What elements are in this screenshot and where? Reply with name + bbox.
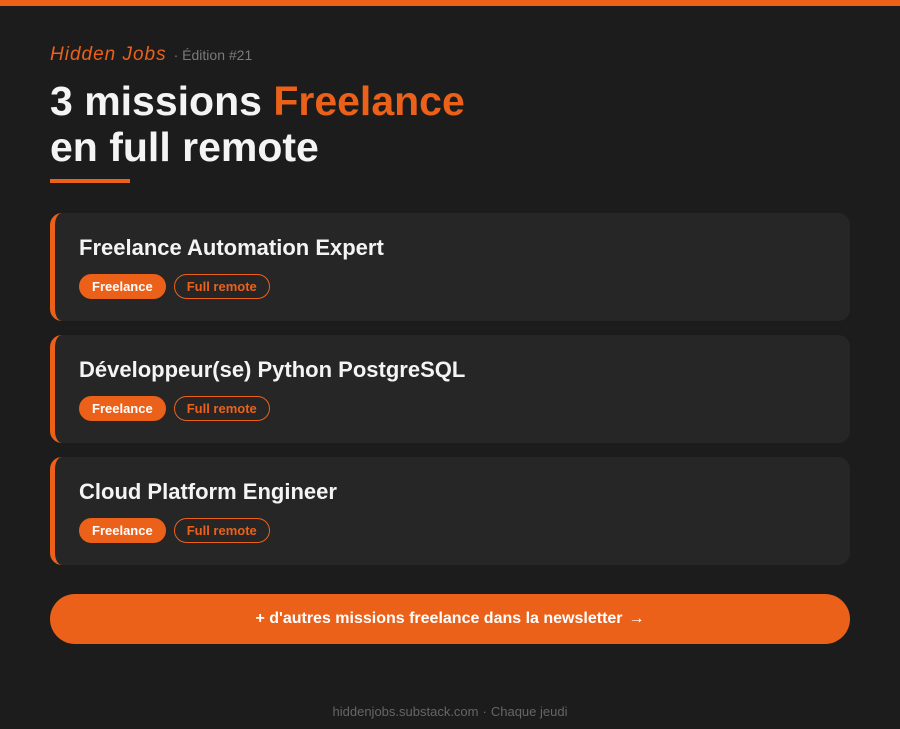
cta-label: + d'autres missions freelance dans la ne…	[255, 610, 623, 627]
tag-full-remote: Full remote	[173, 396, 270, 421]
tag-full-remote: Full remote	[173, 518, 270, 543]
main-content: Hidden Jobs · Édition #21 3 missions Fre…	[50, 44, 850, 579]
mission-list: Freelance Automation Expert Freelance Fu…	[50, 213, 850, 565]
edition-label: · Édition #21	[173, 47, 253, 63]
mission-tags: Freelance Full remote	[79, 274, 850, 299]
headline-accent: Freelance	[273, 78, 465, 124]
title-underline	[50, 179, 130, 183]
brand-line: Hidden Jobs · Édition #21	[50, 44, 850, 68]
mission-tags: Freelance Full remote	[79, 518, 850, 543]
tag-full-remote: Full remote	[173, 274, 270, 299]
footer-schedule: Chaque jeudi	[490, 704, 568, 719]
tag-freelance: Freelance	[79, 396, 166, 421]
mission-title: Développeur(se) Python PostgreSQL	[79, 357, 466, 382]
mission-tags: Freelance Full remote	[79, 396, 850, 421]
footer-site: hiddenjobs.substack.com	[332, 704, 479, 719]
mission-card[interactable]: Développeur(se) Python PostgreSQL Freela…	[50, 335, 850, 443]
footer-separator: ·	[482, 704, 487, 719]
top-accent-bar	[0, 0, 900, 6]
mission-card[interactable]: Freelance Automation Expert Freelance Fu…	[50, 213, 850, 321]
footer: hiddenjobs.substack.com · Chaque jeudi	[0, 704, 900, 719]
headline-line2: en full remote	[50, 124, 319, 170]
brand-name: Hidden Jobs	[50, 44, 167, 65]
tag-freelance: Freelance	[79, 274, 166, 299]
mission-title: Cloud Platform Engineer	[79, 479, 337, 504]
mission-title: Freelance Automation Expert	[79, 235, 384, 260]
page-title: 3 missions Freelance en full remote	[50, 78, 850, 170]
headline-part1: 3 missions	[50, 78, 274, 124]
arrow-right-icon: →	[628, 610, 645, 627]
mission-card[interactable]: Cloud Platform Engineer Freelance Full r…	[50, 457, 850, 565]
tag-freelance: Freelance	[79, 518, 166, 543]
newsletter-cta-button[interactable]: + d'autres missions freelance dans la ne…	[50, 594, 850, 644]
